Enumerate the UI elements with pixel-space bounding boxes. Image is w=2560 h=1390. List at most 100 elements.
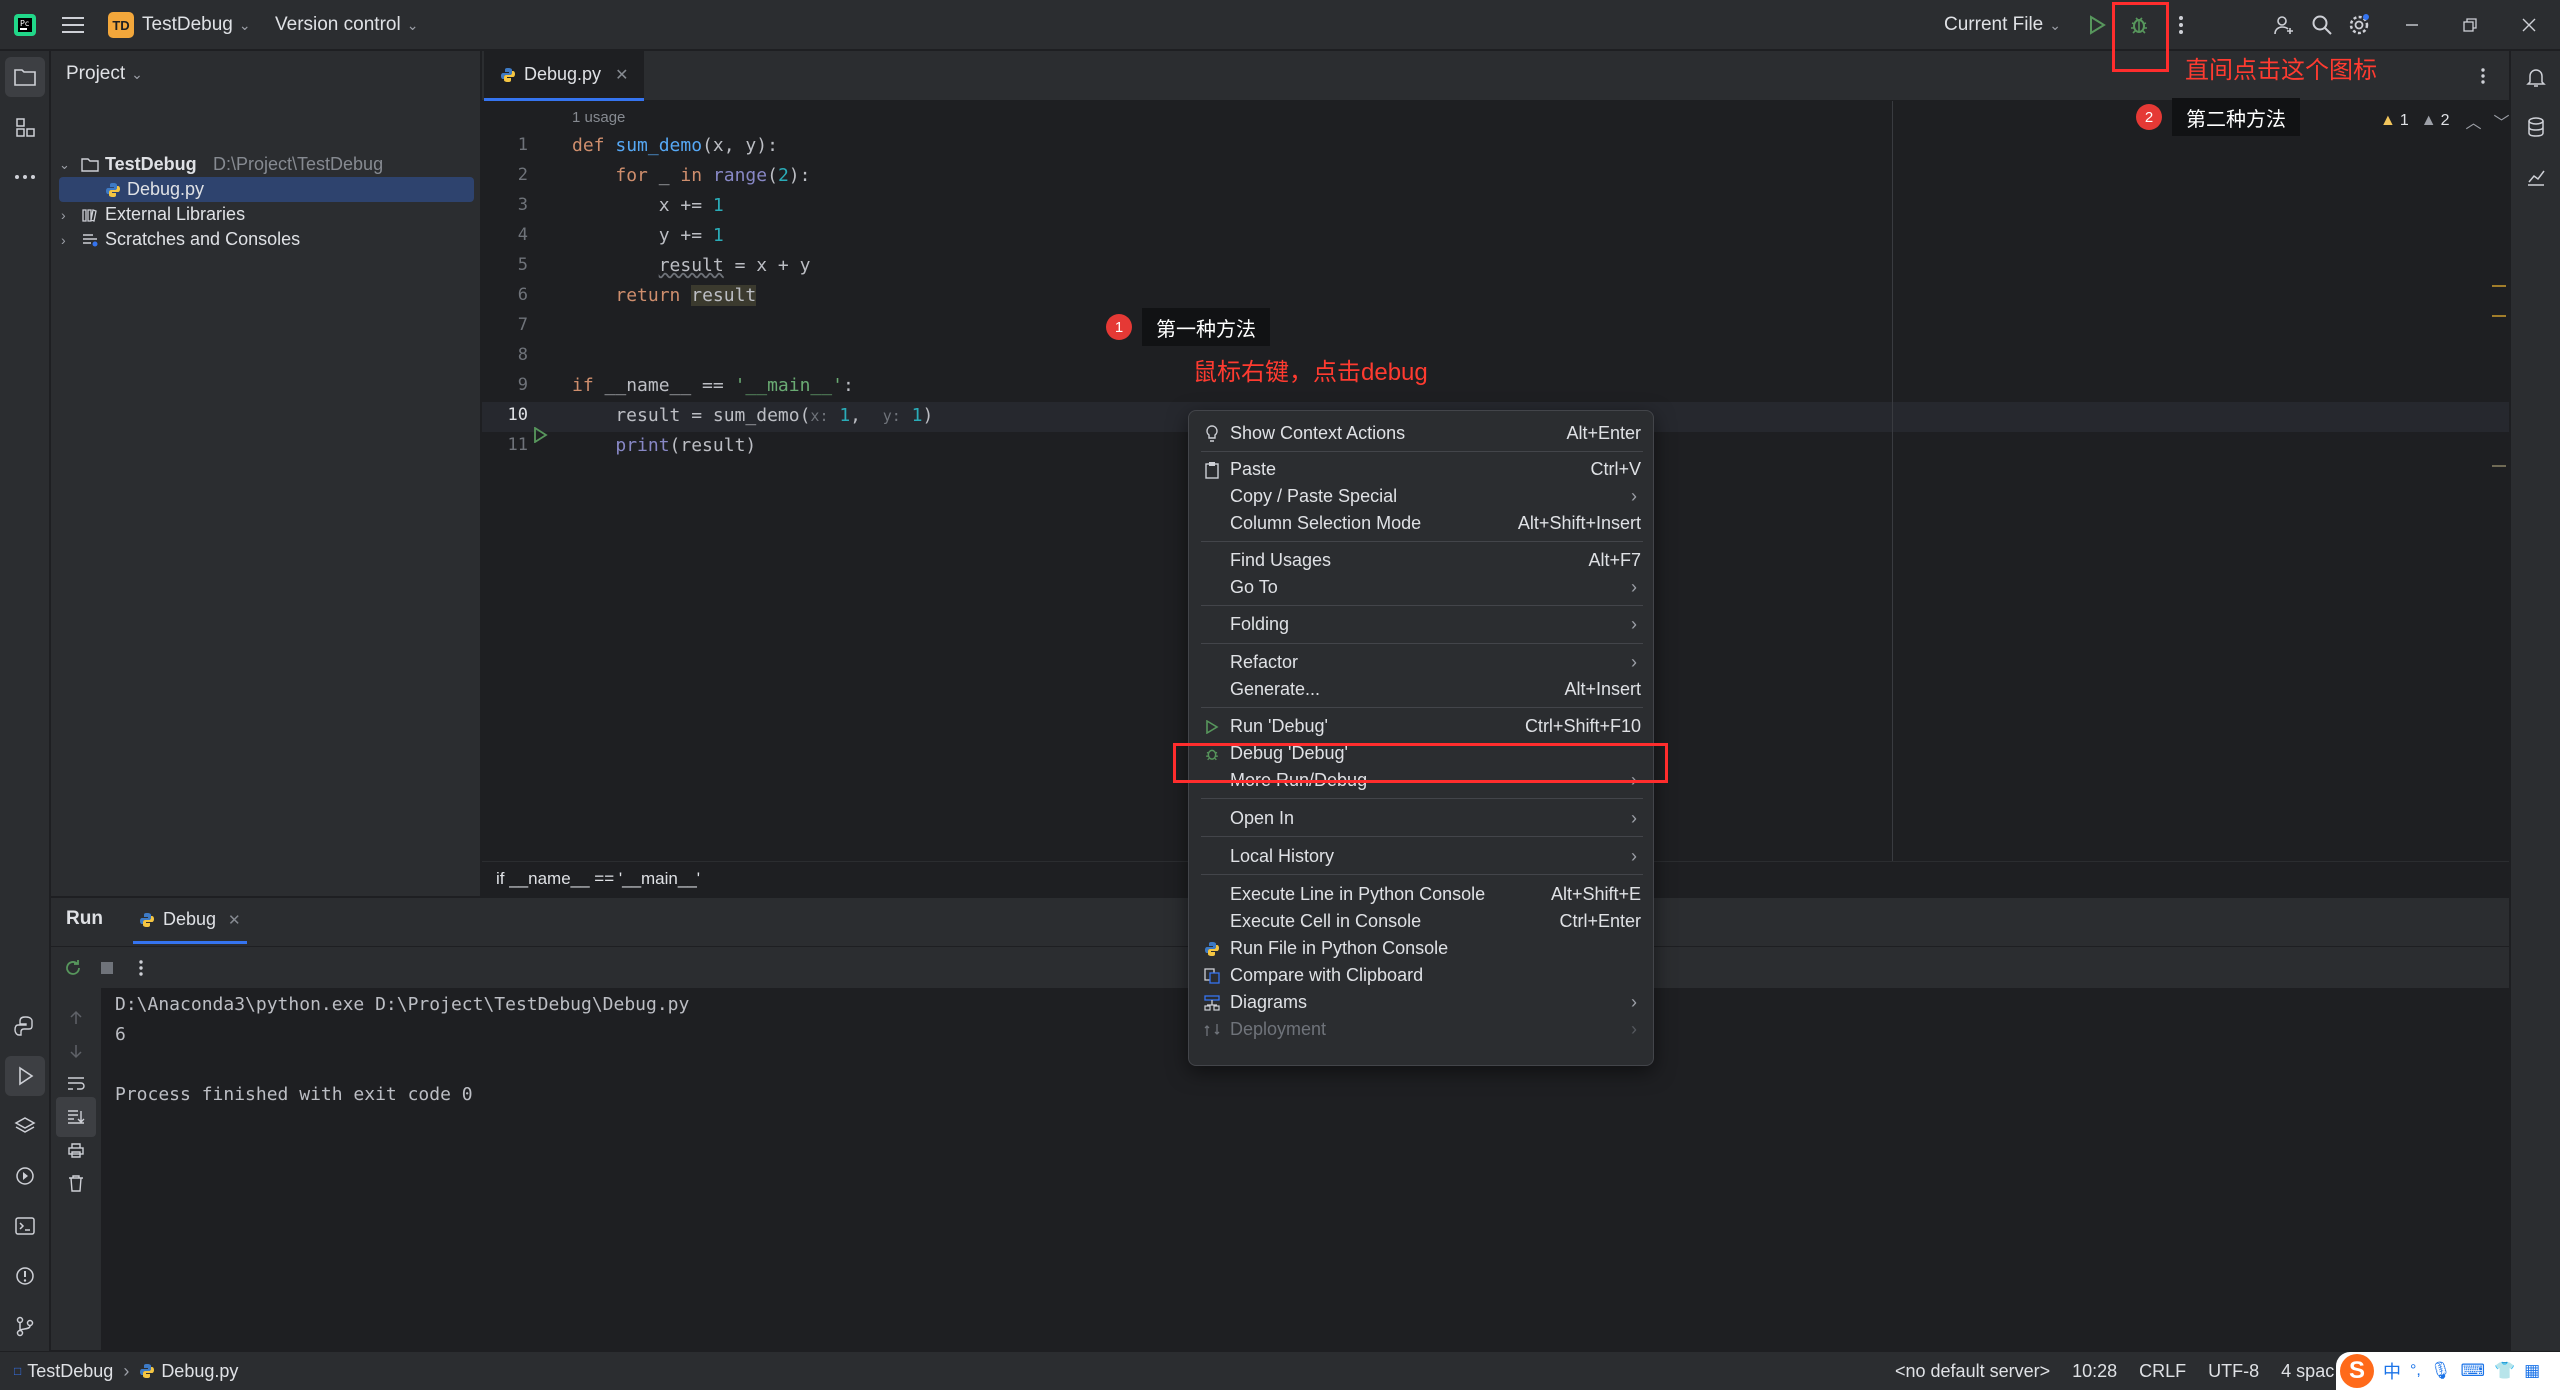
tree-row-external-libraries[interactable]: › External Libraries	[51, 202, 481, 227]
tree-row-debug-file[interactable]: Debug.py	[59, 177, 474, 202]
status-breadcrumb: □ TestDebug › Debug.py	[14, 1352, 238, 1390]
code-line-5[interactable]: result = x + y	[572, 255, 811, 276]
project-panel-title: Project	[66, 63, 126, 84]
search-icon[interactable]	[2302, 5, 2342, 45]
tab-debug-run[interactable]: Debug ✕	[133, 898, 247, 944]
python-file-icon	[140, 1364, 155, 1378]
settings-gear-icon[interactable]	[2339, 5, 2379, 45]
code-line-6[interactable]: return result	[572, 285, 757, 306]
gutter-run-icon[interactable]	[532, 427, 548, 443]
chevron-right-icon[interactable]: ›	[61, 207, 66, 223]
root-path: D:\Project\TestDebug	[213, 154, 384, 174]
menu-item-execute-line[interactable]: Execute Line in Python Console Alt+Shift…	[1189, 881, 1655, 908]
close-tab-icon[interactable]: ✕	[228, 911, 241, 929]
file-encoding[interactable]: UTF-8	[2208, 1361, 2259, 1382]
menu-item-find-usages[interactable]: Find Usages Alt+F7	[1189, 547, 1655, 574]
menu-item-go-to[interactable]: Go To ›	[1189, 574, 1655, 601]
run-tool-icon[interactable]	[5, 1056, 45, 1096]
punctuation-icon[interactable]: °,	[2410, 1362, 2421, 1380]
toolbox-icon[interactable]: ▦	[2524, 1361, 2540, 1381]
code-line-9[interactable]: if __name__ == '__main__':	[572, 375, 854, 396]
menu-item-local-history[interactable]: Local History ›	[1189, 843, 1655, 870]
menu-item-folding[interactable]: Folding ›	[1189, 611, 1655, 638]
tab-debug-py[interactable]: Debug.py ✕	[484, 51, 644, 101]
status-crumb-project[interactable]: TestDebug	[27, 1361, 113, 1382]
ime-language[interactable]: 中	[2383, 1358, 2401, 1384]
chevron-up-icon[interactable]: ︿	[2466, 109, 2482, 133]
terminal-icon[interactable]	[5, 1206, 45, 1246]
annotation-badge-2: 2	[2136, 104, 2162, 130]
keyboard-icon[interactable]: ⌨	[2460, 1361, 2485, 1381]
chevron-right-icon[interactable]: ›	[61, 232, 66, 248]
status-crumb-file[interactable]: Debug.py	[161, 1361, 238, 1382]
menu-item-copy-paste-special[interactable]: Copy / Paste Special ›	[1189, 483, 1655, 510]
menu-item-run-debug[interactable]: Run 'Debug' Ctrl+Shift+F10	[1189, 713, 1655, 740]
project-folder-icon[interactable]	[5, 57, 45, 97]
tree-row-scratches[interactable]: › Scratches and Consoles	[51, 227, 481, 252]
version-control-menu[interactable]: Version control ⌄	[275, 0, 418, 50]
menu-item-show-context-actions[interactable]: Show Context Actions Alt+Enter	[1189, 420, 1655, 447]
external-libraries-label: External Libraries	[105, 204, 246, 224]
minimize-icon[interactable]	[2392, 5, 2432, 45]
database-icon[interactable]	[2516, 107, 2556, 147]
inspection-widget[interactable]: ▲ 1 ▲ 2 ︿ ﹀	[2380, 109, 2510, 133]
add-user-icon[interactable]	[2264, 5, 2304, 45]
tree-row-root[interactable]: ⌄ TestDebug D:\Project\TestDebug	[51, 152, 481, 177]
server-widget[interactable]: <no default server>	[1895, 1361, 2050, 1382]
sogou-logo-icon[interactable]: S	[2340, 1354, 2374, 1388]
services-icon[interactable]	[5, 1156, 45, 1196]
more-tools-icon[interactable]	[5, 157, 45, 197]
menu-item-open-in[interactable]: Open In ›	[1189, 805, 1655, 832]
close-window-icon[interactable]	[2509, 5, 2549, 45]
indent-widget[interactable]: 4 spac	[2281, 1361, 2334, 1382]
code-line-4[interactable]: y += 1	[572, 225, 724, 246]
menu-item-diagrams[interactable]: Diagrams ›	[1189, 989, 1655, 1016]
editor-breadcrumb[interactable]: if __name__ == '__main__'	[496, 869, 700, 889]
git-branch-icon[interactable]	[5, 1306, 45, 1346]
usage-hint[interactable]: 1 usage	[572, 109, 625, 126]
code-line-10[interactable]: result = sum_demo(x: 1, y: 1)	[572, 405, 933, 426]
code-line-11[interactable]: print(result)	[572, 435, 756, 456]
caret-position[interactable]: 10:28	[2072, 1361, 2117, 1382]
menu-item-execute-cell[interactable]: Execute Cell in Console Ctrl+Enter	[1189, 908, 1655, 935]
menu-item-label: Run File in Python Console	[1230, 938, 1449, 958]
run-button[interactable]	[2077, 5, 2117, 45]
code-line-1[interactable]: def sum_demo(x, y):	[572, 135, 778, 156]
menu-item-refactor[interactable]: Refactor ›	[1189, 649, 1655, 676]
notifications-bell-icon[interactable]	[2516, 57, 2556, 97]
editor-options-icon[interactable]	[2463, 56, 2503, 96]
code-line-2[interactable]: for _ in range(2):	[572, 165, 810, 186]
chevron-down-icon: ⌄	[2049, 16, 2061, 33]
problems-icon[interactable]	[5, 1256, 45, 1296]
restore-icon[interactable]	[2450, 5, 2490, 45]
menu-item-generate[interactable]: Generate... Alt+Insert	[1189, 676, 1655, 703]
main-menu-icon[interactable]	[53, 5, 93, 45]
scientific-mode-icon[interactable]	[2516, 157, 2556, 197]
run-config-selector[interactable]: Current File ⌄	[1944, 0, 2061, 50]
python-packages-icon[interactable]	[5, 1006, 45, 1046]
debug-menu-highlight-box	[1173, 743, 1668, 783]
skin-icon[interactable]: 👕	[2494, 1361, 2515, 1381]
module-icon: □	[14, 1364, 22, 1378]
menu-item-paste[interactable]: Paste Ctrl+V	[1189, 456, 1655, 483]
code-line-3[interactable]: x += 1	[572, 195, 724, 216]
more-actions-icon[interactable]	[121, 948, 161, 988]
menu-item-run-file-console[interactable]: Run File in Python Console	[1189, 935, 1655, 962]
close-tab-icon[interactable]: ✕	[615, 65, 628, 85]
line-separator[interactable]: CRLF	[2139, 1361, 2186, 1382]
menu-item-compare-clipboard[interactable]: Compare with Clipboard	[1189, 962, 1655, 989]
pycharm-logo-icon[interactable]: Pc	[5, 5, 45, 45]
project-panel-header[interactable]: Project ⌄	[66, 63, 143, 85]
structure-icon[interactable]	[5, 107, 45, 147]
chevron-down-icon[interactable]: ⌄	[59, 157, 70, 173]
menu-item-column-selection[interactable]: Column Selection Mode Alt+Shift+Insert	[1189, 510, 1655, 537]
run-panel-title[interactable]: Run	[66, 908, 103, 930]
microphone-icon[interactable]: 🎙	[2430, 1361, 2452, 1381]
weak-warning-count: 2	[2440, 112, 2450, 129]
trash-icon[interactable]	[56, 1163, 96, 1203]
project-switcher[interactable]: TD TestDebug ⌄	[108, 0, 251, 50]
submenu-arrow-icon: ›	[1631, 652, 1637, 672]
layers-icon[interactable]	[5, 1106, 45, 1146]
python-file-icon	[106, 182, 120, 197]
chevron-down-icon[interactable]: ﹀	[2494, 109, 2510, 133]
